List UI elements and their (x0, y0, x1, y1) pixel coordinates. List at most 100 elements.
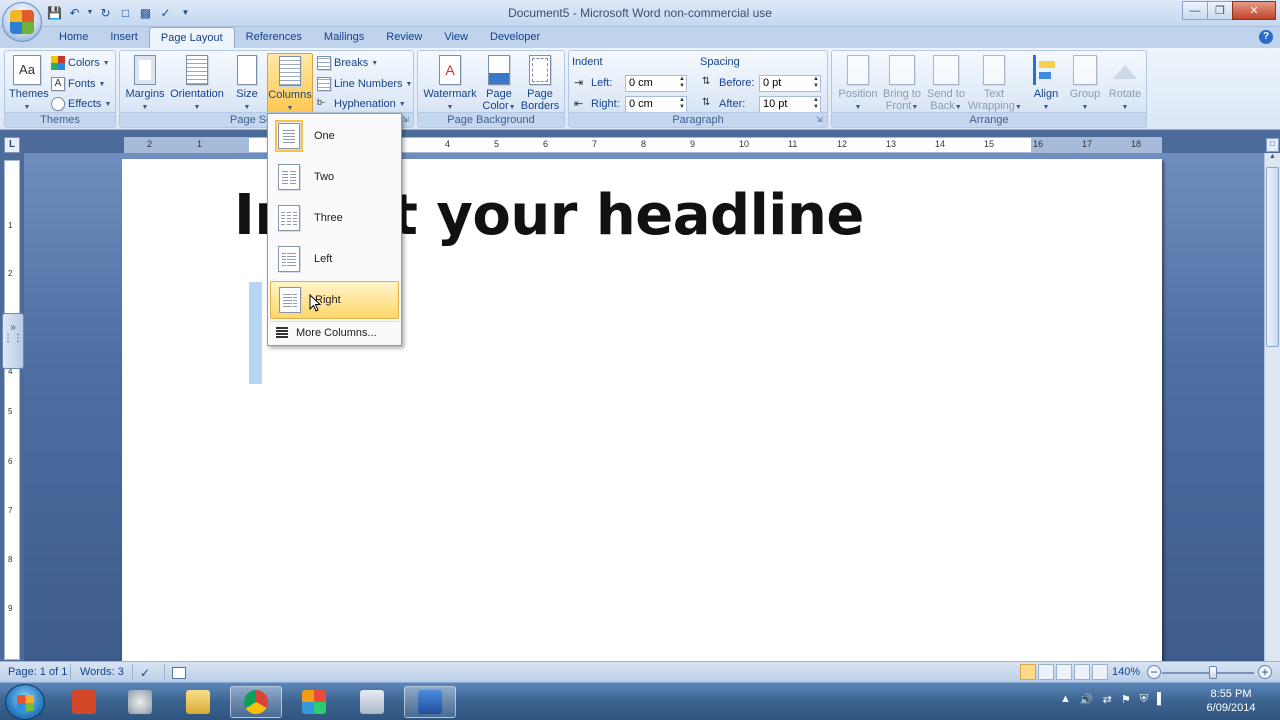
rotate-button[interactable]: Rotate ▼ (1106, 55, 1144, 114)
draft-view-icon[interactable] (1092, 664, 1108, 680)
network-signal-icon[interactable]: ▌ (1157, 693, 1165, 706)
paragraph-dialog-launcher-icon[interactable]: ⇲ (816, 116, 825, 125)
ruler-number: 2 (147, 139, 153, 149)
show-hidden-icons-icon[interactable]: ▲ (1060, 693, 1071, 706)
columns-button[interactable]: Columns ▼ (267, 53, 313, 115)
text-wrapping-icon (983, 55, 1005, 85)
tab-selector[interactable]: L (4, 137, 20, 153)
web-layout-icon[interactable] (1056, 664, 1072, 680)
close-button[interactable]: ✕ (1232, 1, 1276, 20)
tab-page-layout[interactable]: Page Layout (148, 27, 235, 48)
send-to-back-button[interactable]: Send to Back▼ (924, 55, 968, 114)
security-shield-icon[interactable]: ⛨ (1140, 693, 1148, 706)
title-bar: 💾 ↶ ▼ ↻ □ ▩ ✓ ▼ Document5 - Microsoft Wo… (0, 0, 1280, 42)
network-sync-icon[interactable]: ⇄ (1103, 693, 1112, 706)
office-button[interactable] (2, 2, 42, 42)
action-center-flag-icon[interactable]: ⚑ (1121, 693, 1131, 706)
ruler-number: 1 (197, 139, 203, 149)
themes-button[interactable]: Aa Themes ▼ (9, 55, 49, 114)
columns-option-three[interactable]: Three (270, 199, 399, 237)
page-count[interactable]: Page: 1 of 1 (8, 666, 67, 678)
indent-left-input[interactable]: 0 cm ▲ ▼ (625, 75, 687, 92)
apps-taskbar-button[interactable] (288, 686, 340, 718)
powerpoint-taskbar-button[interactable] (58, 686, 110, 718)
columns-icon (279, 56, 301, 86)
columns-option-two[interactable]: Two (270, 158, 399, 196)
size-button[interactable]: Size ▼ (230, 55, 264, 114)
full-screen-reading-icon[interactable] (1038, 664, 1054, 680)
columns-option-right[interactable]: Right (270, 281, 399, 319)
chrome-taskbar-button[interactable] (230, 686, 282, 718)
group-button[interactable]: Group ▼ (1066, 55, 1104, 114)
snipping-tool-taskbar-button[interactable] (114, 686, 166, 718)
fonts-icon: A (51, 77, 65, 91)
zoom-level[interactable]: 140% (1112, 666, 1140, 678)
word-taskbar-button[interactable] (404, 686, 456, 718)
indent-left-spinner-icon[interactable]: ▲ ▼ (679, 76, 685, 90)
scroll-up-icon[interactable]: ▲ (1266, 153, 1279, 165)
group-icon (1073, 55, 1097, 85)
tab-review[interactable]: Review (375, 27, 433, 48)
effects-button[interactable]: Effects ▼ (51, 95, 111, 113)
help-icon[interactable]: ? (1259, 30, 1273, 44)
spacing-after-spinner-icon[interactable]: ▲ ▼ (813, 97, 819, 111)
hyphenation-button[interactable]: b- Hyphenation ▼ (317, 95, 406, 113)
outline-view-icon[interactable] (1074, 664, 1090, 680)
view-ruler-icon[interactable]: □ (1266, 138, 1279, 152)
indent-right-input[interactable]: 0 cm ▲ ▼ (625, 96, 687, 113)
start-button[interactable] (5, 684, 45, 720)
calculator-taskbar-button[interactable] (346, 686, 398, 718)
tab-references[interactable]: References (235, 27, 313, 48)
zoom-in-icon[interactable]: + (1258, 665, 1272, 679)
spacing-before-spinner-icon[interactable]: ▲ ▼ (813, 76, 819, 90)
file-explorer-taskbar-button[interactable] (172, 686, 224, 718)
tab-mailings[interactable]: Mailings (313, 27, 375, 48)
spacing-after-input[interactable]: 10 pt ▲ ▼ (759, 96, 821, 113)
tab-developer[interactable]: Developer (479, 27, 551, 48)
line-numbers-button[interactable]: Line Numbers ▼ (317, 75, 412, 93)
scrollbar-thumb[interactable] (1266, 167, 1279, 347)
macro-record-icon[interactable] (172, 667, 186, 679)
breaks-button[interactable]: Breaks ▼ (317, 54, 378, 72)
maximize-button[interactable]: ❐ (1207, 1, 1233, 20)
system-clock[interactable]: 8:55 PM 6/09/2014 (1196, 687, 1266, 715)
text-wrapping-button[interactable]: Text Wrapping▼ (968, 55, 1022, 114)
watermark-button[interactable]: A Watermark ▼ (422, 55, 478, 114)
print-layout-view-icon[interactable] (1020, 664, 1036, 680)
word-count[interactable]: Words: 3 (80, 666, 124, 678)
orientation-button[interactable]: Orientation ▼ (168, 55, 226, 114)
zoom-out-icon[interactable]: − (1147, 665, 1161, 679)
line-numbers-icon (317, 77, 331, 91)
more-columns-item[interactable]: More Columns... (270, 321, 399, 343)
page-setup-dialog-launcher-icon[interactable]: ⇲ (402, 116, 411, 125)
proofing-icon[interactable]: ✓ (140, 666, 150, 680)
colors-button[interactable]: Colors ▼ (51, 54, 110, 72)
tab-view[interactable]: View (433, 27, 479, 48)
tab-home[interactable]: Home (48, 27, 99, 48)
right-column-icon (279, 287, 301, 313)
columns-option-one[interactable]: One (270, 117, 399, 155)
vertical-ruler[interactable]: 1 2 4 5 6 7 8 9 (4, 160, 20, 660)
margins-button[interactable]: Margins ▼ (124, 55, 166, 114)
zoom-slider[interactable] (1162, 672, 1254, 674)
indent-right-label: ⇤ Right: (574, 98, 620, 110)
page-color-button[interactable]: Page Color▼ (480, 55, 518, 114)
fonts-button[interactable]: A Fonts ▼ (51, 75, 105, 93)
file-explorer-icon (186, 690, 210, 714)
columns-option-left[interactable]: Left (270, 240, 399, 278)
windows-taskbar: ▲ 🔊 ⇄ ⚑ ⛨ ▌ 8:55 PM 6/09/2014 (0, 682, 1280, 720)
minimize-button[interactable]: — (1182, 1, 1208, 20)
tab-insert[interactable]: Insert (99, 27, 149, 48)
windows-logo-icon (17, 695, 34, 711)
zoom-slider-thumb[interactable] (1209, 666, 1217, 679)
indent-right-spinner-icon[interactable]: ▲ ▼ (679, 97, 685, 111)
page-borders-button[interactable]: Page Borders (520, 55, 560, 112)
volume-icon[interactable]: 🔊 (1080, 693, 1094, 706)
ruler-number: 7 (592, 139, 598, 149)
align-button[interactable]: Align ▼ (1028, 55, 1064, 114)
spacing-before-input[interactable]: 0 pt ▲ ▼ (759, 75, 821, 92)
vertical-scrollbar[interactable]: ▲ (1264, 153, 1280, 661)
position-button[interactable]: Position ▼ (836, 55, 880, 114)
bring-to-front-button[interactable]: Bring to Front▼ (880, 55, 924, 114)
mini-toolbar-handle[interactable]: » ⋮⋮ (2, 313, 24, 369)
